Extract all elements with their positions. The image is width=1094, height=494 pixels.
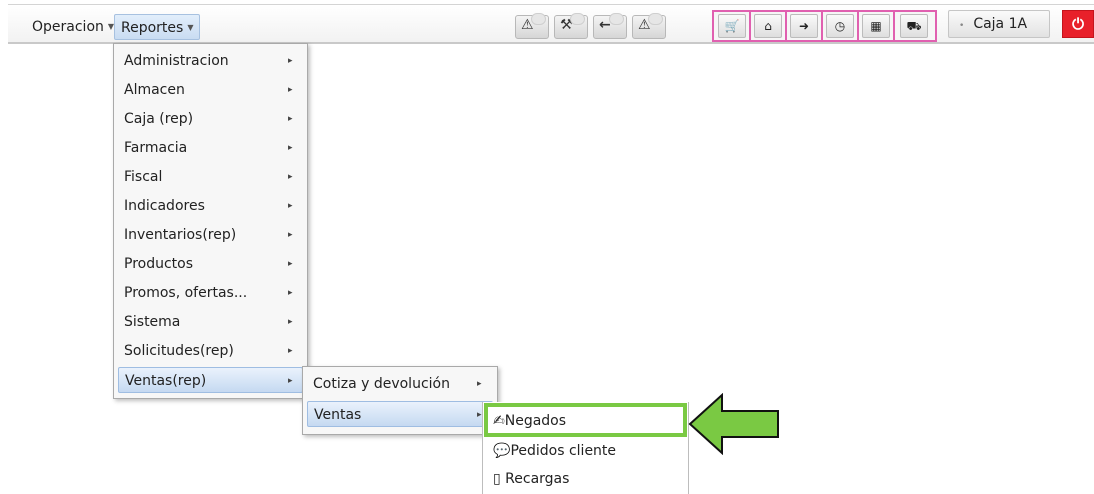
submenu-arrow-icon: ▸ xyxy=(288,376,293,386)
submenu-arrow-icon: ▸ xyxy=(288,201,293,211)
chevron-down-icon: ▼ xyxy=(187,23,194,32)
submenu-arrow-icon: ▸ xyxy=(288,230,293,240)
login-button[interactable]: ➜ xyxy=(790,14,818,38)
quick-actions-toolbar: 🛒 ⌂ ➜ ◷ ▦ ⛟ xyxy=(712,10,937,42)
submenu-arrow-icon: ▸ xyxy=(288,114,293,124)
menu-item-label: Promos, ofertas... xyxy=(124,285,248,301)
menu-item-label: Cotiza y devolución xyxy=(313,376,450,392)
alert-button-warning-2[interactable]: ⚠ xyxy=(632,13,666,39)
menu-item-label: Inventarios(rep) xyxy=(124,227,237,243)
cart-button[interactable]: 🛒 xyxy=(718,14,746,38)
menu-item-indicadores[interactable]: Indicadores ▸ xyxy=(118,193,303,219)
menu-item-solicitudes-rep[interactable]: Solicitudes(rep) ▸ xyxy=(118,338,303,364)
menu-item-administracion[interactable]: Administracion ▸ xyxy=(118,48,303,74)
menu-item-inventarios-rep[interactable]: Inventarios(rep) ▸ xyxy=(118,222,303,248)
calculator-icon: ▦ xyxy=(870,19,882,33)
menu-item-label: Sistema xyxy=(124,314,181,330)
menu-item-label: Fiscal xyxy=(124,169,163,185)
toolbar-divider xyxy=(749,12,751,40)
menu-item-label: Ventas(rep) xyxy=(125,373,207,389)
menu-item-label: Pedidos cliente xyxy=(510,443,617,459)
truck-icon: ⛟ xyxy=(906,19,922,33)
submenu-arrow-icon: ▸ xyxy=(288,259,293,269)
menu-item-ventas-rep[interactable]: Ventas(rep) ▸ xyxy=(118,367,303,393)
home-button[interactable]: ⌂ xyxy=(754,14,782,38)
menu-item-label: Indicadores xyxy=(124,198,205,214)
reportes-dropdown: Administracion ▸ Almacen ▸ Caja (rep) ▸ Far… xyxy=(113,43,308,399)
menu-item-label: Farmacia xyxy=(124,140,188,156)
alert-button-warning[interactable]: ⚠ xyxy=(515,13,549,39)
menu-item-label: Solicitudes(rep) xyxy=(124,343,234,359)
clock-button[interactable]: ◷ xyxy=(826,14,854,38)
menu-item-sistema[interactable]: Sistema ▸ xyxy=(118,309,303,335)
power-button[interactable]: ⏻ xyxy=(1062,10,1094,38)
menu-operacion[interactable]: Operacion ▼ xyxy=(26,14,120,40)
submenu-arrow-icon: ▸ xyxy=(477,410,482,420)
toolbar-divider xyxy=(857,12,859,40)
menu-item-label: Caja (rep) xyxy=(124,111,194,127)
menu-item-label: Productos xyxy=(124,256,194,272)
submenu-arrow-icon: ▸ xyxy=(288,346,293,356)
submenu-arrow-icon: ▸ xyxy=(288,317,293,327)
alert-count-badge xyxy=(609,13,624,25)
submenu-arrow-icon: ▸ xyxy=(288,288,293,298)
toolbar-divider xyxy=(821,12,823,40)
power-icon: ⏻ xyxy=(1072,15,1084,33)
menu-item-almacen[interactable]: Almacen ▸ xyxy=(118,77,303,103)
menu-reportes[interactable]: Reportes ▼ xyxy=(114,14,201,40)
submenu-arrow-icon: ▸ xyxy=(288,56,293,66)
home-icon: ⌂ xyxy=(764,19,772,33)
alert-count-badge xyxy=(570,13,585,25)
menu-item-label: Recargas xyxy=(505,471,570,487)
submenu-arrow-icon: ▸ xyxy=(288,143,293,153)
menu-item-ventas[interactable]: Ventas ▸ xyxy=(307,401,493,427)
toolbar-divider xyxy=(893,12,895,40)
phone-icon: ▯ xyxy=(493,471,501,487)
menu-item-pedidos-cliente[interactable]: 💬Pedidos cliente xyxy=(493,439,616,463)
alert-count-badge xyxy=(648,13,663,25)
caja-selector-button[interactable]: • Caja 1A xyxy=(948,10,1050,38)
menu-item-label: Almacen xyxy=(124,82,185,98)
calculator-button[interactable]: ▦ xyxy=(862,14,890,38)
menu-item-recargas[interactable]: ▯ Recargas xyxy=(493,467,569,491)
caja-label: Caja 1A xyxy=(973,16,1028,32)
menu-operacion-label: Operacion xyxy=(32,19,104,35)
clock-icon: ◷ xyxy=(834,19,846,33)
menu-item-promos-ofertas[interactable]: Promos, ofertas... ▸ xyxy=(118,280,303,306)
menu-reportes-label: Reportes xyxy=(121,20,184,36)
toolbar-divider xyxy=(785,12,787,40)
submenu-arrow-icon: ▸ xyxy=(288,172,293,182)
alert-button-back[interactable]: ← xyxy=(593,13,627,39)
menu-item-label: Administracion xyxy=(124,53,229,69)
ventas-rep-submenu: Cotiza y devolución ▸ Ventas ▸ xyxy=(302,366,498,435)
cart-icon: 🛒 xyxy=(724,19,740,33)
alert-button-tools[interactable]: ⚒ xyxy=(554,13,588,39)
menu-item-label: Ventas xyxy=(314,407,362,423)
menu-item-fiscal[interactable]: Fiscal ▸ xyxy=(118,164,303,190)
bullet-icon: • xyxy=(959,21,965,31)
alert-count-badge xyxy=(531,13,546,25)
highlight-box xyxy=(484,403,687,437)
submenu-arrow-icon: ▸ xyxy=(477,379,482,389)
login-icon: ➜ xyxy=(798,19,810,33)
menu-item-farmacia[interactable]: Farmacia ▸ xyxy=(118,135,303,161)
menu-item-cotiza-devolucion[interactable]: Cotiza y devolución ▸ xyxy=(307,371,493,397)
truck-button[interactable]: ⛟ xyxy=(900,14,928,38)
speech-bubble-icon: 💬 xyxy=(493,443,511,459)
menu-item-productos[interactable]: Productos ▸ xyxy=(118,251,303,277)
pointer-arrow-icon xyxy=(688,393,779,455)
submenu-arrow-icon: ▸ xyxy=(288,85,293,95)
menu-item-caja-rep[interactable]: Caja (rep) ▸ xyxy=(118,106,303,132)
